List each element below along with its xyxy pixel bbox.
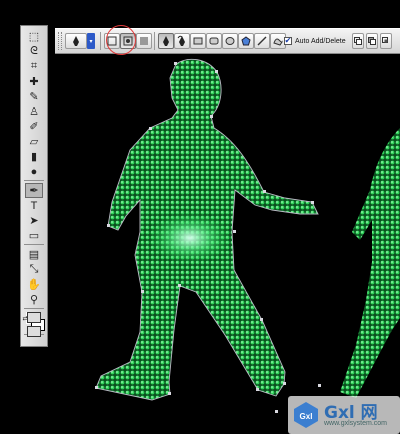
- watermark: Gxl Gxl 网 www.gxlsystem.com: [288, 396, 400, 434]
- hand-tool-icon[interactable]: ✋: [25, 277, 43, 292]
- quick-mask-icon[interactable]: [27, 312, 41, 323]
- photo-canvas: [95, 58, 400, 413]
- gxl-logo-icon: Gxl: [294, 402, 318, 428]
- auto-add-delete-label: Auto Add/Delete: [295, 37, 346, 45]
- rectangle-shape-icon: [193, 37, 203, 45]
- options-bar-grip[interactable]: [58, 32, 62, 50]
- healing-brush-tool-icon[interactable]: ✚: [25, 74, 43, 89]
- clone-stamp-tool-icon[interactable]: ♙: [25, 104, 43, 119]
- polygon-shape-icon: [241, 36, 251, 46]
- pen-tool-icon[interactable]: ✒: [25, 183, 43, 198]
- crop-tool-icon[interactable]: ⌗: [25, 59, 43, 74]
- gradient-tool-icon[interactable]: ▮: [25, 149, 43, 164]
- eraser-tool-icon[interactable]: ▱: [25, 134, 43, 149]
- pen-icon: [163, 36, 169, 46]
- blur-tool-icon[interactable]: ●: [25, 164, 43, 179]
- lasso-tool-icon[interactable]: ᘓ: [25, 44, 43, 59]
- tool-palette-bottom: [20, 310, 48, 346]
- polygon-shape-button[interactable]: [238, 33, 254, 49]
- screen-mode-icon[interactable]: [27, 326, 41, 337]
- rectangle-shape-button[interactable]: [190, 33, 206, 49]
- pen-tool-button[interactable]: [158, 33, 174, 49]
- ellipse-shape-icon: [225, 37, 235, 45]
- custom-shape-icon: [273, 38, 283, 46]
- fill-pixels-icon: [140, 37, 148, 45]
- combine-add-button[interactable]: [352, 33, 364, 49]
- path-area-subtract-icon: [368, 37, 376, 45]
- tool-preset-picker[interactable]: [65, 33, 87, 49]
- marquee-tool-icon[interactable]: ⬚: [25, 29, 43, 44]
- svg-text:Gxl: Gxl: [300, 412, 313, 421]
- path-area-combine-icon: [354, 37, 362, 45]
- rectangle-tool-icon[interactable]: ▭: [25, 228, 43, 243]
- history-brush-tool-icon[interactable]: ✐: [25, 119, 43, 134]
- watermark-url: www.gxlsystem.com: [324, 420, 388, 427]
- second-pedestrian-figure: [340, 128, 400, 398]
- ellipse-shape-button[interactable]: [222, 33, 238, 49]
- combine-intersect-button[interactable]: [380, 33, 392, 49]
- freeform-pen-button[interactable]: [174, 33, 190, 49]
- highlight-circle: [106, 25, 136, 55]
- brush-tool-icon[interactable]: ✎: [25, 89, 43, 104]
- fill-pixels-button[interactable]: [136, 33, 152, 49]
- chevron-down-icon[interactable]: ▾: [87, 33, 95, 49]
- rounded-rectangle-shape-icon: [209, 37, 219, 45]
- line-shape-icon: [257, 36, 267, 46]
- rounded-rectangle-shape-button[interactable]: [206, 33, 222, 49]
- freeform-pen-icon: [177, 35, 185, 46]
- combine-subtract-button[interactable]: [366, 33, 378, 49]
- pedestrian-figure: [95, 58, 321, 413]
- pen-tool-icon: [73, 36, 79, 46]
- notes-tool-icon[interactable]: ▤: [25, 247, 43, 262]
- eyedropper-tool-icon[interactable]: ⤡: [25, 262, 43, 277]
- line-shape-button[interactable]: [254, 33, 270, 49]
- path-area-intersect-icon: [382, 37, 388, 43]
- path-selection-tool-icon[interactable]: ➤: [25, 213, 43, 228]
- type-tool-icon[interactable]: T: [25, 198, 43, 213]
- tool-palette: ⬚ ᘓ ⌗ ✚ ✎ ♙ ✐ ▱ ▮ ● ✒ T ➤ ▭ ▤ ⤡ ✋ ⚲ ⇄: [20, 25, 48, 347]
- zoom-tool-icon[interactable]: ⚲: [25, 292, 43, 307]
- auto-add-delete-checkbox[interactable]: ✔: [284, 37, 292, 45]
